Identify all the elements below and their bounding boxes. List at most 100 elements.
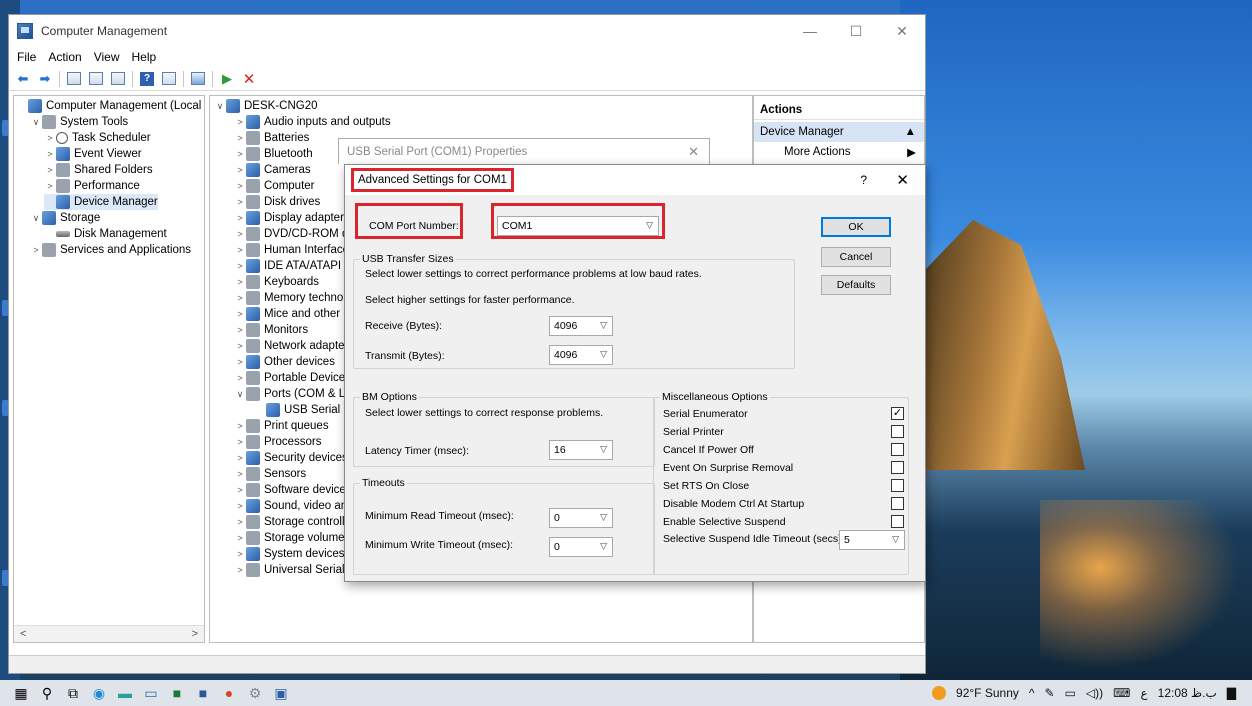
tree-item[interactable]: > Shared Folders [44, 162, 153, 178]
title-bar[interactable]: Computer Management — ☐ ✕ [9, 15, 925, 47]
weather-text[interactable]: 92°F Sunny [956, 686, 1019, 700]
menu-file[interactable]: File [11, 50, 42, 64]
expand-chevron-right-icon[interactable]: > [234, 293, 246, 303]
tree-item[interactable]: Disk Management [44, 226, 167, 242]
misc-option-checkbox[interactable] [891, 515, 904, 528]
properties-close-icon[interactable]: ✕ [688, 144, 699, 160]
up-folder-icon[interactable] [66, 71, 82, 87]
device-category[interactable]: > Mice and other p [234, 306, 350, 322]
device-category[interactable]: > Batteries [234, 130, 309, 146]
device-category[interactable]: > Storage controlle [234, 514, 351, 530]
expand-chevron-down-icon[interactable]: ∨ [30, 117, 42, 128]
pen-icon[interactable]: ✎ [1045, 686, 1055, 700]
expand-chevron-right-icon[interactable]: > [234, 533, 246, 543]
expand-chevron-down-icon[interactable]: ∨ [234, 389, 246, 400]
defaults-button[interactable]: Defaults [821, 275, 891, 295]
advanced-settings-title-bar[interactable]: Advanced Settings for COM1 ? ✕ [345, 165, 925, 195]
edge-icon[interactable]: ◉ [86, 680, 112, 706]
tree-item[interactable]: ∨ Storage [30, 210, 100, 226]
min-write-select[interactable]: 0 ▽ [549, 537, 613, 557]
search-icon[interactable]: ⚲ [34, 680, 60, 706]
tree-item[interactable]: Computer Management (Local [16, 98, 201, 114]
expand-chevron-down-icon[interactable]: ∨ [214, 101, 226, 112]
expand-chevron-right-icon[interactable]: > [234, 117, 246, 127]
device-category[interactable]: > Network adapter [234, 338, 348, 354]
forward-arrow-icon[interactable]: ➡ [37, 71, 53, 87]
misc-option-checkbox[interactable] [891, 497, 904, 510]
settings-app-icon[interactable]: ⚙ [242, 680, 268, 706]
expand-chevron-right-icon[interactable]: > [234, 261, 246, 271]
com-port-select[interactable]: COM1 ▽ [497, 216, 659, 236]
expand-chevron-right-icon[interactable]: > [234, 517, 246, 527]
collapse-icon[interactable]: ▲ [905, 126, 916, 138]
expand-chevron-right-icon[interactable]: > [234, 197, 246, 207]
uninstall-device-icon[interactable]: ✕ [241, 71, 257, 88]
expand-chevron-right-icon[interactable]: > [234, 325, 246, 335]
device-category[interactable]: ∨ Ports (COM & LI [234, 386, 348, 402]
expand-chevron-right-icon[interactable]: > [234, 277, 246, 287]
menu-view[interactable]: View [88, 50, 126, 64]
transmit-select[interactable]: 4096 ▽ [549, 345, 613, 365]
expand-chevron-right-icon[interactable]: > [234, 549, 246, 559]
expand-chevron-right-icon[interactable]: > [44, 165, 56, 175]
language-indicator[interactable]: ﻉ [1140, 686, 1147, 700]
device-category[interactable]: > Human Interface [234, 242, 349, 258]
scan-hardware-icon[interactable] [190, 71, 206, 87]
device-category[interactable]: > Memory technol [234, 290, 346, 306]
usb-serial-port-properties-dialog[interactable]: USB Serial Port (COM1) Properties ✕ [338, 138, 710, 164]
device-category[interactable]: > IDE ATA/ATAPI c [234, 258, 350, 274]
expand-chevron-right-icon[interactable]: > [44, 181, 56, 191]
expand-chevron-right-icon[interactable]: > [234, 181, 246, 191]
expand-chevron-right-icon[interactable]: > [44, 133, 56, 143]
excel-icon[interactable]: ■ [164, 680, 190, 706]
device-category[interactable]: > Sound, video an [234, 498, 347, 514]
word-icon[interactable]: ■ [190, 680, 216, 706]
device-category[interactable]: > Computer [234, 178, 315, 194]
scroll-left-icon[interactable]: < [20, 628, 26, 640]
horizontal-scrollbar[interactable]: < > [14, 625, 204, 642]
tree-item[interactable]: > Task Scheduler [44, 130, 151, 146]
menu-action[interactable]: Action [42, 50, 87, 64]
powerpoint-icon[interactable]: ● [216, 680, 242, 706]
tree-item[interactable]: > Event Viewer [44, 146, 142, 162]
misc-option-checkbox[interactable]: ✓ [891, 407, 904, 420]
task-view-icon[interactable]: ⧉ [60, 680, 86, 706]
tree-item[interactable]: > Services and Applications [30, 242, 191, 258]
device-category[interactable]: > DVD/CD-ROM d [234, 226, 348, 242]
device-category[interactable]: USB Serial Po [254, 402, 358, 418]
misc-option-checkbox[interactable] [891, 479, 904, 492]
device-category[interactable]: > Keyboards [234, 274, 319, 290]
device-category[interactable]: > Monitors [234, 322, 308, 338]
network-icon[interactable]: ▭ [1065, 686, 1076, 700]
device-category[interactable]: > Display adapters [234, 210, 350, 226]
show-action-pane-icon[interactable] [161, 71, 177, 87]
device-category[interactable]: > Sensors [234, 466, 306, 482]
properties-icon[interactable] [110, 71, 126, 87]
back-arrow-icon[interactable]: ⬅ [15, 71, 31, 87]
update-driver-icon[interactable]: ▶ [219, 71, 235, 87]
device-category[interactable]: > Disk drives [234, 194, 320, 210]
device-tree-root[interactable]: ∨ DESK-CNG20 [214, 98, 318, 114]
expand-chevron-right-icon[interactable]: > [234, 501, 246, 511]
device-category[interactable]: > Other devices [234, 354, 335, 370]
suspend-timeout-select[interactable]: 5 ▽ [839, 530, 905, 550]
keyboard-icon[interactable]: ⌨ [1113, 686, 1130, 700]
device-category[interactable]: > Cameras [234, 162, 311, 178]
expand-chevron-right-icon[interactable]: > [234, 309, 246, 319]
actions-section-device-manager[interactable]: Device Manager ▲ [754, 122, 924, 142]
expand-chevron-right-icon[interactable]: > [44, 149, 56, 159]
expand-chevron-right-icon[interactable]: > [234, 469, 246, 479]
tree-item[interactable]: Device Manager [44, 194, 158, 210]
expand-chevron-right-icon[interactable]: > [234, 373, 246, 383]
expand-chevron-down-icon[interactable]: ∨ [30, 213, 42, 224]
computer-management-taskbar-icon[interactable]: ▣ [268, 680, 294, 706]
help-icon[interactable]: ? [139, 71, 155, 87]
expand-chevron-right-icon[interactable]: > [234, 213, 246, 223]
weather-sun-icon[interactable] [932, 686, 947, 700]
store-icon[interactable]: ▬ [112, 680, 138, 706]
device-category[interactable]: > Portable Devices [234, 370, 351, 386]
chevron-up-icon[interactable]: ^ [1029, 686, 1035, 700]
expand-chevron-right-icon[interactable]: > [234, 245, 246, 255]
device-category[interactable]: > Bluetooth [234, 146, 313, 162]
maximize-button[interactable]: ☐ [833, 15, 879, 47]
